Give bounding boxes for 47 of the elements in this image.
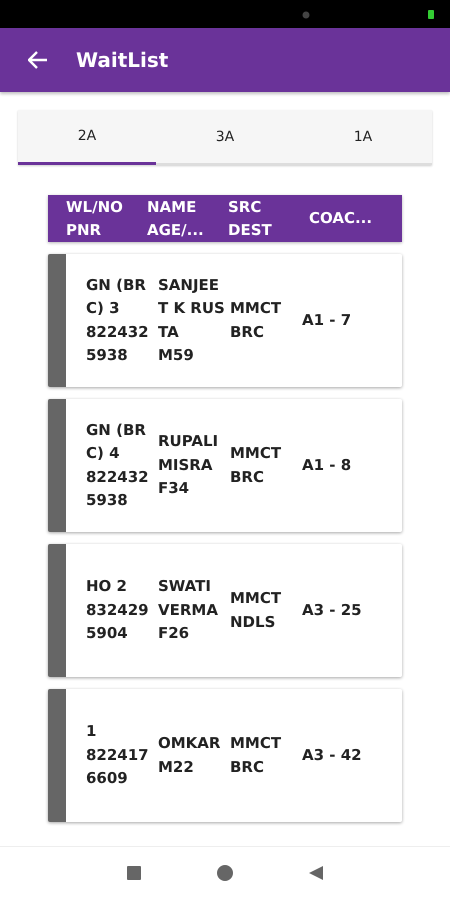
home-button[interactable] (217, 865, 233, 881)
column-header: NAME (147, 196, 198, 218)
waitlist-card[interactable]: GN (BRC) 3 8224325938 SANJEET K RUSTA M59 MMCT BRC A1 - 7 (48, 254, 402, 387)
battery-icon (428, 10, 434, 18)
back-nav-button[interactable] (309, 866, 323, 880)
back-arrow-icon (28, 51, 48, 69)
source-station: MMCT (230, 443, 282, 464)
square-icon (127, 866, 141, 880)
destination-station: BRC (230, 466, 265, 488)
column-header: PNR (66, 220, 102, 240)
coach-berth: A1 - 7 (302, 310, 352, 331)
source-station: MMCT (230, 298, 282, 319)
triangle-back-icon (309, 866, 323, 880)
passenger-name: RUPALI MISRA (158, 431, 220, 476)
column-header: WL/NO (66, 196, 124, 218)
coach-berth: A1 - 8 (302, 454, 352, 476)
source-station: MMCT (230, 588, 282, 609)
age-gender: M59 (158, 345, 195, 366)
column-header: COAC... (309, 208, 372, 229)
pnr-number: 8224176609 (86, 744, 150, 790)
tab[interactable]: 3A (156, 110, 294, 165)
passenger-name: SANJEET K RUSTA (158, 274, 226, 342)
age-gender: F26 (158, 623, 190, 644)
destination-station: NDLS (230, 612, 276, 632)
age-gender: F34 (158, 478, 190, 500)
column-header: SRC (228, 196, 262, 218)
source-station: MMCT (230, 733, 282, 754)
circle-icon (217, 865, 233, 881)
destination-station: BRC (230, 322, 265, 342)
coach-berth: A3 - 25 (302, 600, 362, 621)
waitlist-number: GN (BRC) 3 (86, 274, 147, 319)
column-header: DEST (228, 220, 273, 240)
waitlist-number: 1 (86, 721, 98, 742)
column-header: AGE/... (147, 220, 205, 240)
tab[interactable]: 1A (294, 110, 432, 165)
pnr-number: 8324295904 (86, 600, 150, 644)
passenger-name: SWATI VERMA (158, 576, 219, 621)
destination-station: BRC (230, 756, 265, 778)
pnr-number: 8224325938 (86, 466, 150, 511)
waitlist-number: GN (BRC) 4 (86, 420, 147, 464)
screen-title: WaitList (76, 48, 168, 72)
tab[interactable]: 2A (18, 110, 156, 165)
coach-berth: A3 - 42 (302, 744, 362, 766)
waitlist-number: HO 2 (86, 576, 128, 598)
passenger-name: OMKAR (158, 733, 222, 754)
pnr-number: 8224325938 (86, 322, 150, 366)
age-gender: M22 (158, 756, 195, 778)
